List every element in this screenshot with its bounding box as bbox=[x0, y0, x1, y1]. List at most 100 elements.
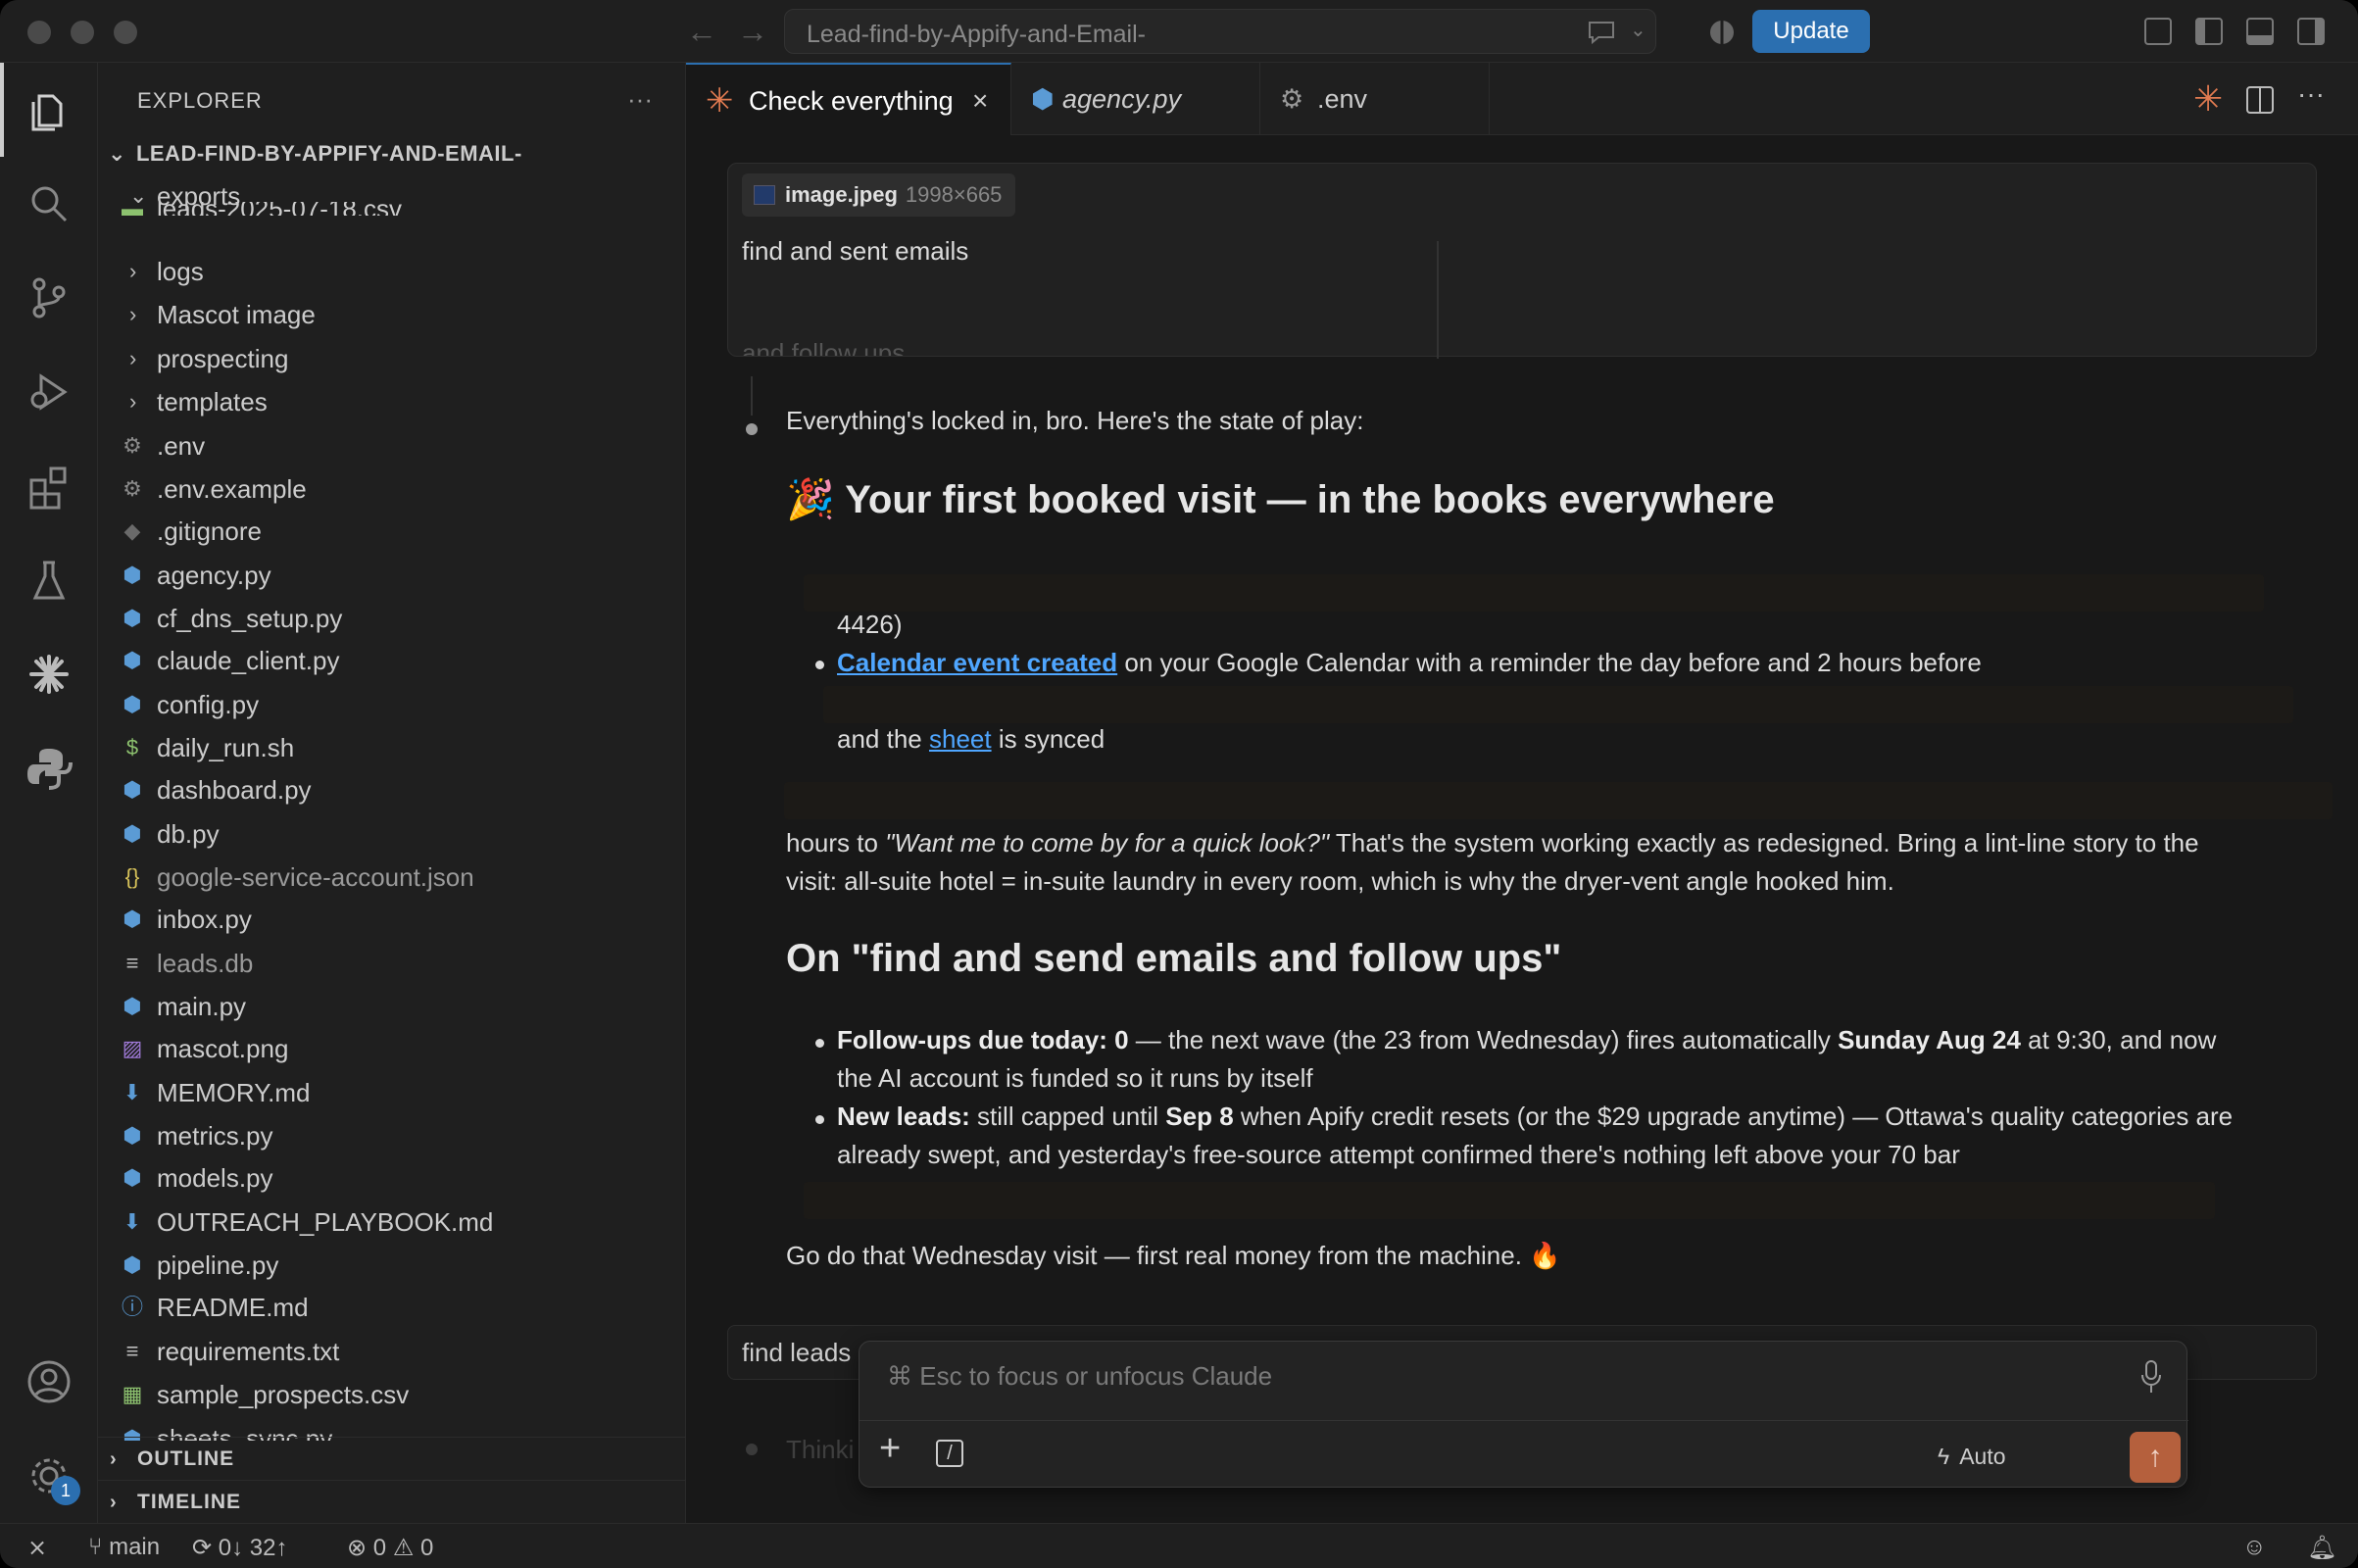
shell-icon: $ bbox=[125, 735, 139, 760]
claude-icon[interactable]: ✳ bbox=[2193, 78, 2223, 120]
source-control-icon[interactable] bbox=[25, 274, 73, 321]
bullet-text: still capped until bbox=[969, 1102, 1166, 1131]
explorer-more-actions[interactable]: ··· bbox=[627, 84, 653, 115]
file-item[interactable]: ⚙ .env bbox=[98, 424, 686, 467]
close-icon[interactable]: × bbox=[972, 65, 988, 137]
back-arrow-icon[interactable]: ← bbox=[686, 14, 717, 50]
assistant-bullet bbox=[746, 423, 758, 435]
testing-flask-icon[interactable] bbox=[25, 557, 73, 604]
chevron-right-icon: › bbox=[110, 1448, 118, 1470]
more-actions-icon[interactable]: ··· bbox=[2297, 78, 2325, 110]
problems-indicator[interactable]: ⊗ 0 ⚠ 0 bbox=[347, 1534, 433, 1562]
file-item[interactable]: ⬢ claude_client.py bbox=[98, 639, 686, 682]
branch-indicator[interactable]: ⑂ main bbox=[88, 1534, 160, 1561]
update-button[interactable]: Update bbox=[1752, 10, 1870, 53]
editor-tabs: ✳ Check everything × ⬢ agency.py ⚙ .env … bbox=[686, 63, 2358, 135]
forward-arrow-icon[interactable]: → bbox=[737, 14, 768, 50]
explorer-icon[interactable] bbox=[25, 88, 73, 135]
minimize-window-button[interactable] bbox=[71, 21, 94, 44]
calendar-event-link[interactable]: Calendar event created bbox=[837, 648, 1117, 677]
remote-icon[interactable]: ⨯ bbox=[27, 1534, 47, 1562]
file-item[interactable]: ⓘ README.md bbox=[98, 1286, 686, 1329]
file-item[interactable]: ⬢ models.py bbox=[98, 1156, 686, 1200]
image-attachment[interactable]: image.jpeg 1998×665 bbox=[742, 173, 1016, 217]
chat-icon[interactable] bbox=[1587, 20, 1620, 45]
copilot-icon[interactable] bbox=[1707, 18, 1737, 47]
table-icon: ▦ bbox=[122, 1382, 143, 1407]
gear-icon: ⚙ bbox=[123, 432, 142, 458]
customize-layout-icon[interactable] bbox=[2144, 18, 2172, 45]
mode-selector[interactable]: ϟ Auto bbox=[1938, 1444, 2006, 1470]
file-item[interactable]: ⚙ .env.example bbox=[98, 467, 686, 511]
file-item[interactable]: ⬢ main.py bbox=[98, 985, 686, 1028]
split-editor-icon[interactable] bbox=[2246, 86, 2274, 114]
file-item[interactable]: ⬇ MEMORY.md bbox=[98, 1071, 686, 1114]
tab-label: .env bbox=[1317, 84, 1368, 114]
file-item[interactable]: ⬢ dashboard.py bbox=[98, 768, 686, 811]
folder-item[interactable]: › prospecting bbox=[98, 337, 686, 380]
add-context-icon[interactable]: + bbox=[879, 1428, 901, 1470]
python-icon[interactable] bbox=[25, 745, 73, 792]
heading-booked-visit: 🎉 Your first booked visit — in the books… bbox=[786, 476, 1775, 522]
tab-agency-py[interactable]: ⬢ agency.py bbox=[1011, 63, 1260, 135]
activity-bar: 1 bbox=[0, 63, 98, 1523]
tree-item-label: templates bbox=[157, 387, 268, 417]
account-icon[interactable] bbox=[25, 1358, 73, 1405]
chat-input-box[interactable]: ⌘ Esc to focus or unfocus Claude + / ϟ Au… bbox=[859, 1341, 2188, 1488]
tab-env[interactable]: ⚙ .env bbox=[1260, 63, 1490, 135]
folder-item[interactable]: › Mascot image bbox=[98, 293, 686, 336]
outline-section[interactable]: › OUTLINE bbox=[98, 1437, 686, 1480]
file-item[interactable]: ▨ mascot.png bbox=[98, 1027, 686, 1070]
file-item[interactable]: ⬢ db.py bbox=[98, 812, 686, 856]
file-item[interactable]: ▬ leads-2025-07-18.csv bbox=[98, 202, 686, 216]
file-item[interactable]: ▦ sample_prospects.csv bbox=[98, 1373, 686, 1416]
file-item[interactable]: ≡ leads.db bbox=[98, 942, 686, 985]
file-item[interactable]: ≡ requirements.txt bbox=[98, 1330, 686, 1373]
maximize-window-button[interactable] bbox=[114, 21, 137, 44]
sync-indicator[interactable]: ⟳ 0↓ 32↑ bbox=[192, 1534, 288, 1562]
toggle-sidebar-icon[interactable] bbox=[2195, 18, 2223, 45]
file-item[interactable]: {} google-service-account.json bbox=[98, 856, 686, 899]
folder-item[interactable]: › logs bbox=[98, 250, 686, 293]
notifications-bell-icon[interactable]: 🔔︎ bbox=[2307, 1534, 2336, 1562]
tab-label: agency.py bbox=[1062, 84, 1182, 114]
tab-label: Check everything bbox=[749, 86, 954, 116]
tab-check-everything[interactable]: ✳ Check everything × bbox=[686, 63, 1011, 135]
chevron-down-icon[interactable]: ⌄ bbox=[1630, 18, 1646, 42]
file-item[interactable]: ⬢ pipeline.py bbox=[98, 1244, 686, 1287]
bullet-text: — the next wave (the 23 from Wednesday) … bbox=[1128, 1025, 1839, 1054]
file-item[interactable]: ⬢ agency.py bbox=[98, 554, 686, 597]
search-icon[interactable] bbox=[25, 180, 73, 227]
claude-icon[interactable] bbox=[25, 651, 73, 698]
sheet-link[interactable]: sheet bbox=[929, 724, 992, 754]
file-item[interactable]: ⬢ metrics.py bbox=[98, 1114, 686, 1157]
file-item[interactable]: ⬇ OUTREACH_PLAYBOOK.md bbox=[98, 1200, 686, 1244]
paragraph-text: visit: all-suite hotel = in-suite laundr… bbox=[786, 866, 1894, 896]
close-window-button[interactable] bbox=[27, 21, 51, 44]
microphone-icon[interactable] bbox=[2139, 1359, 2163, 1395]
slash-command-icon[interactable]: / bbox=[936, 1440, 963, 1467]
workspace-root-folder[interactable]: ⌄ LEAD-FIND-BY-APPIFY-AND-EMAIL- bbox=[108, 141, 522, 167]
toggle-panel-icon[interactable] bbox=[2246, 18, 2274, 45]
chat-input-placeholder[interactable]: ⌘ Esc to focus or unfocus Claude bbox=[887, 1361, 1272, 1392]
file-item[interactable]: $ daily_run.sh bbox=[98, 726, 686, 769]
extensions-icon[interactable] bbox=[25, 463, 73, 510]
gear-icon: ⚙ bbox=[1280, 84, 1304, 114]
tree-item-label: sample_prospects.csv bbox=[157, 1380, 410, 1410]
file-item[interactable]: ⬢ inbox.py bbox=[98, 898, 686, 941]
tree-item-label: .gitignore bbox=[157, 516, 262, 547]
lightning-icon: ϟ bbox=[1938, 1444, 1950, 1469]
copilot-status-icon[interactable]: ☺ bbox=[2242, 1534, 2267, 1561]
folder-item[interactable]: › templates bbox=[98, 380, 686, 423]
file-item[interactable]: ⬢ config.py bbox=[98, 683, 686, 726]
file-item[interactable]: ◆ .gitignore bbox=[98, 510, 686, 553]
thinking-label: Thinki bbox=[786, 1435, 855, 1464]
file-item[interactable]: ⬢ cf_dns_setup.py bbox=[98, 597, 686, 640]
command-center[interactable]: Lead-find-by-Appify-and-Email- ⌄ bbox=[784, 9, 1656, 54]
tree-item-label: requirements.txt bbox=[157, 1336, 340, 1366]
toggle-secondary-sidebar-icon[interactable] bbox=[2297, 18, 2325, 45]
timeline-section[interactable]: › TIMELINE bbox=[98, 1480, 686, 1523]
lines-icon: ≡ bbox=[125, 950, 139, 975]
send-button[interactable]: ↑ bbox=[2130, 1432, 2181, 1483]
run-debug-icon[interactable] bbox=[25, 368, 73, 416]
